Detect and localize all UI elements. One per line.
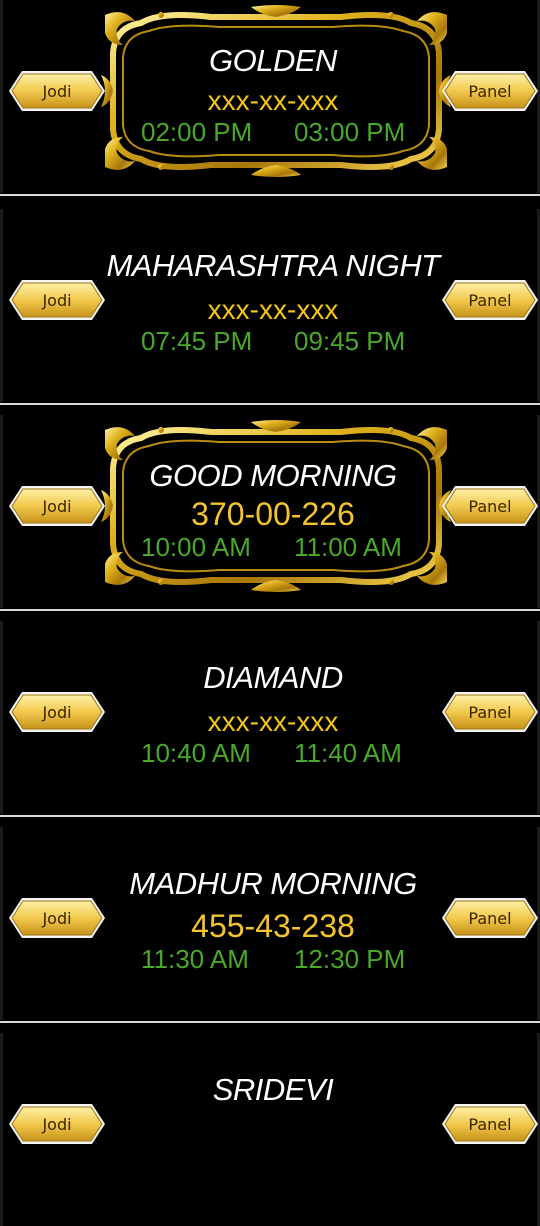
panel-button-label: Panel	[468, 290, 512, 310]
card-divider	[0, 194, 540, 196]
market-card: MADHUR MORNING 455-43-238 11:30 AM 12:30 PM…	[0, 827, 540, 1020]
jodi-button[interactable]: Jodi	[8, 279, 106, 321]
card-divider	[0, 609, 540, 611]
panel-button[interactable]: Panel	[441, 485, 539, 527]
jodi-button[interactable]: Jodi	[8, 691, 106, 733]
panel-button-label: Panel	[468, 702, 512, 722]
jodi-button[interactable]: Jodi	[8, 70, 106, 112]
jodi-button-label: Jodi	[42, 1114, 72, 1134]
jodi-button[interactable]: Jodi	[8, 1103, 106, 1145]
panel-button[interactable]: Panel	[441, 897, 539, 939]
panel-button-label: Panel	[468, 496, 512, 516]
close-time: 11:40 AM	[294, 738, 402, 768]
panel-button[interactable]: Panel	[441, 1103, 539, 1145]
jodi-button-label: Jodi	[42, 496, 72, 516]
close-time: 12:30 PM	[294, 944, 406, 974]
market-card: DIAMAND xxx-xx-xxx 10:40 AM 11:40 AM Jodi P…	[0, 621, 540, 814]
panel-button[interactable]: Panel	[441, 691, 539, 733]
panel-button-label: Panel	[468, 81, 512, 101]
panel-button-label: Panel	[468, 1114, 512, 1134]
market-card: GOOD MORNING 370-00-226 10:00 AM 11:00 AM J…	[0, 415, 540, 608]
open-time: 10:00 AM	[141, 532, 251, 562]
card-divider	[0, 403, 540, 405]
market-card: MAHARASHTRA NIGHT xxx-xx-xxx 07:45 PM 09:45…	[0, 209, 540, 402]
jodi-button-label: Jodi	[42, 908, 72, 928]
close-time: 11:00 AM	[294, 532, 402, 562]
close-time: 09:45 PM	[294, 326, 406, 356]
open-time: 10:40 AM	[141, 738, 251, 768]
market-card: GOLDEN xxx-xx-xxx 02:00 PM 03:00 PM Jodi Pa…	[0, 0, 540, 193]
open-time: 07:45 PM	[141, 326, 253, 356]
card-divider	[0, 815, 540, 817]
jodi-button-label: Jodi	[42, 702, 72, 722]
jodi-button-label: Jodi	[42, 81, 72, 101]
close-time: 03:00 PM	[294, 117, 406, 147]
panel-button[interactable]: Panel	[441, 70, 539, 112]
market-card: SRIDEVI Jodi Panel	[0, 1033, 540, 1226]
jodi-button-label: Jodi	[42, 290, 72, 310]
open-time: 11:30 AM	[141, 944, 249, 974]
panel-button[interactable]: Panel	[441, 279, 539, 321]
card-divider	[0, 1021, 540, 1023]
open-time: 02:00 PM	[141, 117, 253, 147]
jodi-button[interactable]: Jodi	[8, 485, 106, 527]
jodi-button[interactable]: Jodi	[8, 897, 106, 939]
panel-button-label: Panel	[468, 908, 512, 928]
